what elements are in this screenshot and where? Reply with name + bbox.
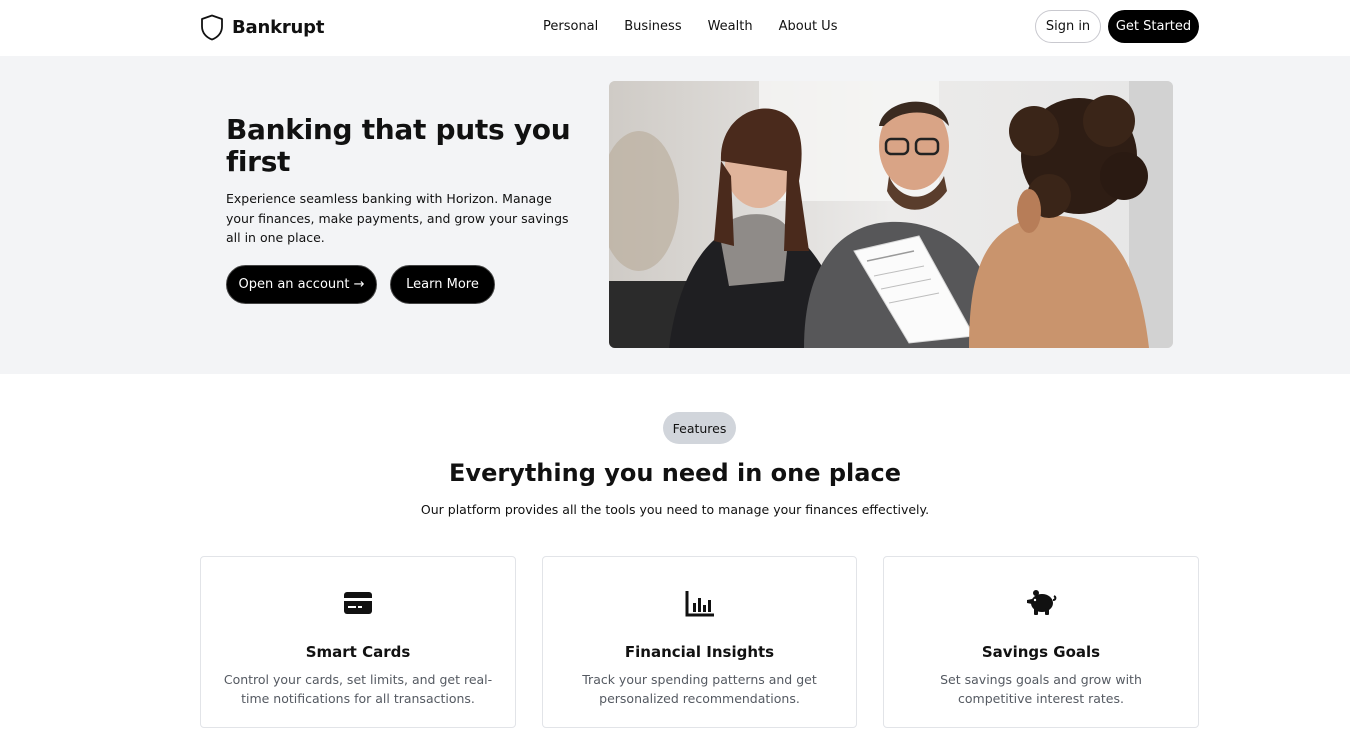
features-subtitle: Our platform provides all the tools you … bbox=[420, 502, 930, 517]
bar-chart-icon bbox=[684, 589, 716, 617]
credit-card-icon bbox=[342, 589, 374, 617]
nav-item-personal[interactable]: Personal bbox=[543, 17, 598, 37]
sign-in-button[interactable]: Sign in bbox=[1035, 10, 1101, 43]
feature-card-title: Financial Insights bbox=[624, 643, 775, 661]
hero-title: Banking that puts you first bbox=[226, 113, 571, 178]
hero-description: Experience seamless banking with Horizon… bbox=[226, 191, 569, 246]
get-started-button[interactable]: Get Started bbox=[1108, 10, 1199, 43]
feature-card-savings-goals: Savings Goals Set savings goals and grow… bbox=[883, 556, 1199, 728]
features-title: Everything you need in one place bbox=[449, 459, 901, 487]
nav-item-wealth[interactable]: Wealth bbox=[708, 17, 753, 37]
brand-name: Bankrupt bbox=[232, 16, 325, 38]
nav-item-about-us[interactable]: About Us bbox=[779, 17, 838, 37]
feature-card-title: Smart Cards bbox=[305, 643, 411, 661]
main-menu: Personal Business Wealth About Us bbox=[543, 17, 837, 37]
top-navbar: Bankrupt Personal Business Wealth About … bbox=[0, 0, 1350, 56]
piggy-bank-icon bbox=[1025, 589, 1057, 617]
features-badge: Features bbox=[663, 412, 736, 444]
feature-card-title: Savings Goals bbox=[981, 643, 1101, 661]
feature-card-financial-insights: Financial Insights Track your spending p… bbox=[542, 556, 857, 728]
shield-icon bbox=[200, 14, 224, 41]
brand-logo[interactable]: Bankrupt bbox=[200, 12, 324, 42]
learn-more-button[interactable]: Learn More bbox=[390, 265, 495, 304]
feature-card-text: Track your spending patterns and get per… bbox=[582, 672, 817, 706]
open-account-button[interactable]: Open an account → bbox=[226, 265, 377, 304]
feature-card-smart-cards: Smart Cards Control your cards, set limi… bbox=[200, 556, 516, 728]
nav-item-business[interactable]: Business bbox=[624, 17, 681, 37]
hero-image bbox=[609, 81, 1173, 348]
feature-card-text: Control your cards, set limits, and get … bbox=[223, 672, 493, 706]
feature-card-text: Set savings goals and grow with competit… bbox=[940, 672, 1142, 706]
